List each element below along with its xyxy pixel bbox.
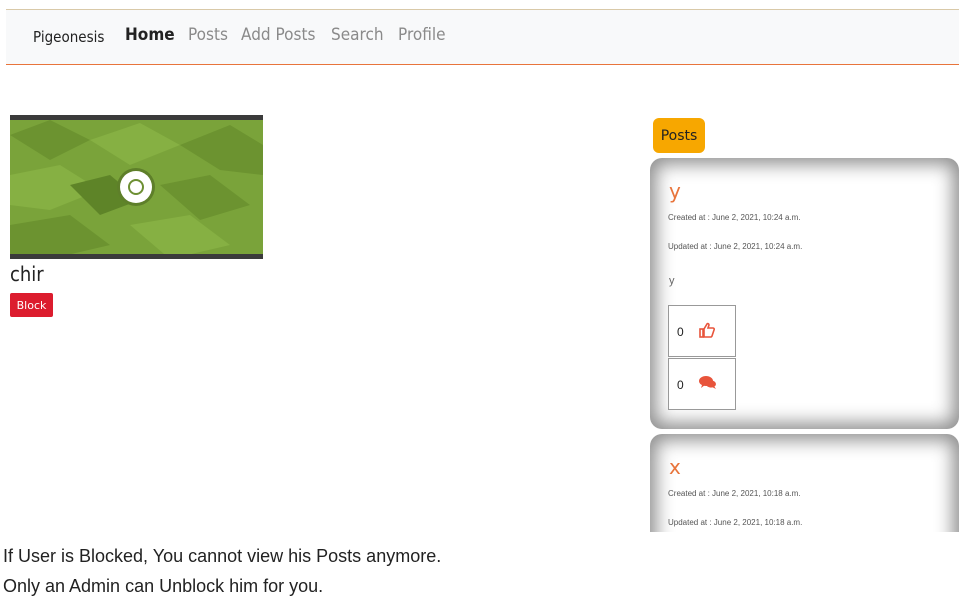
like-count: 0 bbox=[677, 325, 684, 339]
post-card: x Created at : June 2, 2021, 10:18 a.m. … bbox=[650, 434, 959, 532]
post-card: y Created at : June 2, 2021, 10:24 a.m. … bbox=[650, 158, 959, 429]
post-body: y bbox=[669, 275, 675, 287]
posts-section-label: Posts bbox=[653, 118, 705, 153]
screen-taskbar bbox=[10, 254, 263, 259]
nav-posts[interactable]: Posts bbox=[188, 25, 228, 45]
caption: If User is Blocked, You cannot view his … bbox=[3, 541, 441, 601]
nav-search[interactable]: Search bbox=[331, 25, 384, 45]
thumbs-up-icon bbox=[699, 322, 715, 338]
profile-picture bbox=[10, 115, 263, 259]
caption-line-2: Only an Admin can Unblock him for you. bbox=[3, 576, 324, 596]
comments-icon bbox=[699, 375, 717, 389]
nav-menu: Home Posts Add Posts Search Profile bbox=[125, 25, 445, 45]
brand-link[interactable]: Pigeonesis bbox=[33, 28, 104, 46]
post-updated-at: Updated at : June 2, 2021, 10:18 a.m. bbox=[668, 518, 803, 527]
post-title[interactable]: y bbox=[669, 179, 681, 203]
navbar: Pigeonesis Home Posts Add Posts Search P… bbox=[6, 9, 959, 65]
comment-button[interactable]: 0 bbox=[668, 358, 736, 410]
comment-count: 0 bbox=[677, 378, 684, 392]
nav-home[interactable]: Home bbox=[125, 25, 175, 45]
post-updated-at: Updated at : June 2, 2021, 10:24 a.m. bbox=[668, 242, 803, 251]
block-button[interactable]: Block bbox=[10, 293, 53, 317]
post-created-at: Created at : June 2, 2021, 10:24 a.m. bbox=[668, 213, 801, 222]
post-created-at: Created at : June 2, 2021, 10:18 a.m. bbox=[668, 489, 801, 498]
caption-line-1: If User is Blocked, You cannot view his … bbox=[3, 546, 442, 566]
nav-profile[interactable]: Profile bbox=[398, 25, 446, 45]
post-title[interactable]: x bbox=[669, 455, 681, 479]
screen-topbar bbox=[10, 115, 263, 120]
like-button[interactable]: 0 bbox=[668, 305, 736, 357]
ubuntu-logo-icon bbox=[120, 171, 152, 203]
profile-username: chir bbox=[10, 262, 44, 286]
posts-list[interactable]: y Created at : June 2, 2021, 10:24 a.m. … bbox=[650, 158, 959, 532]
nav-add-posts[interactable]: Add Posts bbox=[241, 25, 315, 45]
